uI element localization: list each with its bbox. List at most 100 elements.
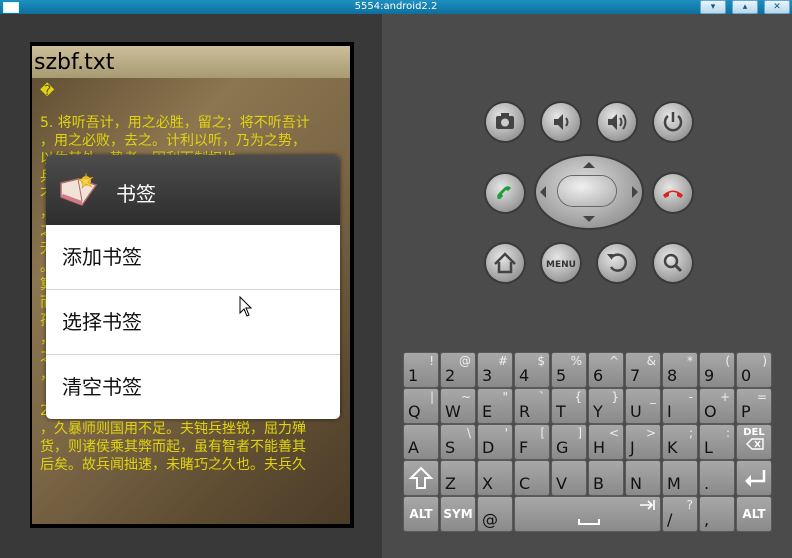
key-2[interactable]: 2 @	[440, 352, 476, 388]
key-r[interactable]: R `	[514, 388, 550, 424]
key-6[interactable]: 6 ^	[588, 352, 624, 388]
shift-icon	[408, 466, 434, 489]
key-comma[interactable]: ,	[699, 496, 735, 532]
key-secondary-label: ;	[688, 426, 693, 440]
key-0[interactable]: 0)	[736, 352, 772, 388]
key-u[interactable]: U _	[625, 388, 661, 424]
key-secondary-label: ~	[460, 390, 471, 404]
key-label: @	[482, 510, 498, 529]
minimize-button[interactable]: ▾	[700, 0, 726, 14]
enter-key[interactable]	[736, 460, 772, 496]
key-secondary-label: ?	[686, 498, 693, 512]
key-slash[interactable]: /?	[662, 496, 698, 532]
key-label: Y	[593, 402, 603, 421]
key-1[interactable]: 1!	[403, 352, 439, 388]
close-button[interactable]: ✕	[764, 0, 790, 14]
key-y[interactable]: Y}	[588, 388, 624, 424]
key-w[interactable]: W ~	[440, 388, 476, 424]
power-icon	[663, 112, 683, 132]
key-label: J	[630, 438, 635, 457]
key-v[interactable]: V	[551, 460, 587, 496]
key-secondary-label: =	[756, 390, 767, 404]
key-secondary-label: $	[537, 354, 545, 368]
key-label: I	[667, 402, 672, 421]
end-call-button[interactable]	[654, 174, 692, 212]
key-label: G	[556, 438, 569, 457]
key-9[interactable]: 9(	[699, 352, 735, 388]
key-l[interactable]: L:	[699, 424, 735, 460]
menu-item-add-bookmark[interactable]: 添加书签	[46, 225, 340, 289]
key-at[interactable]: @	[477, 496, 513, 532]
hardware-keyboard: 1! 2 @3 #4 $5% 6 ^ 7 & 8 * 9(0) Q | W ~ E " R ` T{Y} U _ I - O + P =…	[403, 352, 775, 534]
key-j[interactable]: J >	[625, 424, 661, 460]
shift-key[interactable]	[403, 460, 439, 496]
power-button[interactable]	[654, 103, 692, 141]
key-m[interactable]: M	[662, 460, 698, 496]
camera-button[interactable]	[486, 103, 524, 141]
key-label: L	[704, 438, 713, 457]
volume-up-button[interactable]	[598, 103, 636, 141]
search-button[interactable]	[654, 244, 692, 282]
key-label: W	[445, 402, 461, 421]
key-d[interactable]: D '	[477, 424, 513, 460]
space-icon	[578, 500, 655, 525]
key-g[interactable]: G]	[551, 424, 587, 460]
volume-down-button[interactable]	[542, 103, 580, 141]
key-t[interactable]: T{	[551, 388, 587, 424]
space-key[interactable]	[514, 496, 661, 532]
menu-icon: MENU	[546, 260, 576, 270]
key-h[interactable]: H <	[588, 424, 624, 460]
key-secondary-label: >	[645, 426, 656, 440]
home-button[interactable]	[486, 244, 524, 282]
call-button[interactable]	[486, 174, 524, 212]
delete-key[interactable]: DEL	[736, 424, 772, 460]
key-o[interactable]: O +	[699, 388, 735, 424]
key-p[interactable]: P =	[736, 388, 772, 424]
key-8[interactable]: 8 *	[662, 352, 698, 388]
menu-item-select-bookmark[interactable]: 选择书签	[46, 289, 340, 354]
key-n[interactable]: N	[625, 460, 661, 496]
key-4[interactable]: 4 $	[514, 352, 550, 388]
key-c[interactable]: C	[514, 460, 550, 496]
key-k[interactable]: K;	[662, 424, 698, 460]
key-z[interactable]: Z	[440, 460, 476, 496]
key-secondary-label: @	[459, 354, 471, 368]
key-label: O	[704, 402, 717, 421]
key-a[interactable]: A	[403, 424, 439, 460]
back-button[interactable]	[598, 244, 636, 282]
menu-item-clear-bookmarks[interactable]: 清空书签	[46, 354, 340, 419]
key-secondary-label: '	[504, 426, 508, 440]
key-q[interactable]: Q |	[403, 388, 439, 424]
mouse-cursor-icon	[239, 296, 253, 317]
key-i[interactable]: I-	[662, 388, 698, 424]
key-e[interactable]: E "	[477, 388, 513, 424]
key-label: S	[445, 438, 456, 457]
key-secondary-label: *	[687, 354, 693, 368]
maximize-button[interactable]: ▴	[732, 0, 758, 14]
key-x[interactable]: X	[477, 460, 513, 496]
key-label: 3	[482, 366, 493, 385]
backspace-icon	[746, 438, 764, 450]
camera-icon	[496, 113, 514, 129]
alt-key-right[interactable]: ALT	[736, 496, 772, 532]
key-b[interactable]: B	[588, 460, 624, 496]
alt-key-left[interactable]: ALT	[403, 496, 439, 532]
key-f[interactable]: F[	[514, 424, 550, 460]
key-secondary-label: :	[725, 426, 730, 440]
key-label: C	[519, 474, 531, 493]
phone-call-icon	[497, 186, 511, 199]
key-3[interactable]: 3 #	[477, 352, 513, 388]
key-label: N	[630, 474, 642, 493]
sym-key[interactable]: SYM	[440, 496, 476, 532]
key-7[interactable]: 7 &	[625, 352, 661, 388]
key-secondary-label: \	[466, 426, 471, 440]
key-period[interactable]: .	[699, 460, 735, 496]
key-5[interactable]: 5%	[551, 352, 587, 388]
text-line: 后矣。故兵闻拙速，未睹巧之久也。夫兵久	[40, 457, 306, 473]
menu-button[interactable]: MENU	[542, 244, 580, 282]
key-label: ALT	[409, 507, 433, 521]
key-s[interactable]: S \	[440, 424, 476, 460]
dpad-center-button[interactable]	[558, 176, 616, 206]
key-label: ,	[704, 510, 710, 529]
search-icon	[663, 253, 683, 273]
